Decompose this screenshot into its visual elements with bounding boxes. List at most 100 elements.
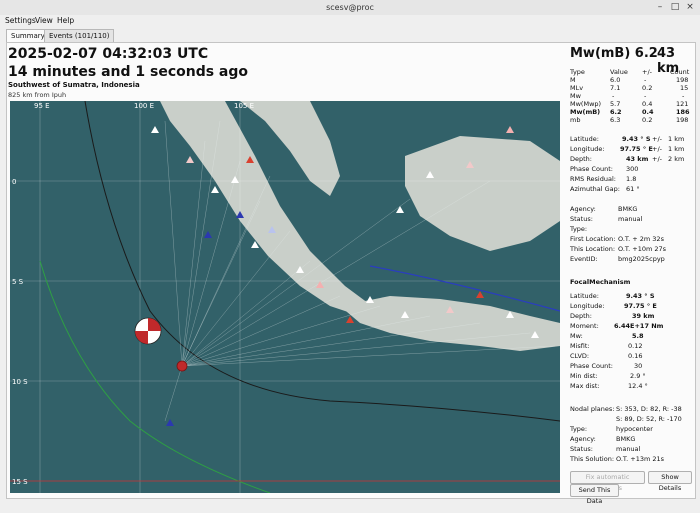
- focal-label: Moment:: [570, 322, 599, 330]
- depth-label: Depth:: [570, 155, 592, 163]
- nearest-city: 825 km from Ipuh: [8, 91, 67, 99]
- menubar: Settings View Help: [0, 15, 700, 27]
- focal-value: 12.4 °: [628, 382, 648, 390]
- nodal-plane-1: S: 353, D: 82, R: -38: [616, 405, 682, 413]
- lon-label-95e: 95 E: [34, 102, 50, 110]
- mag-value: 6.0: [610, 76, 621, 84]
- nodal-planes-label: Nodal planes:: [570, 405, 615, 413]
- menu-help[interactable]: Help: [57, 16, 74, 25]
- mag-value: 6.3: [610, 116, 621, 124]
- mag-header-type: Type: [570, 68, 585, 76]
- minimize-icon[interactable]: –: [654, 2, 666, 13]
- close-icon[interactable]: ×: [684, 2, 696, 13]
- mag-count-preferred: 186: [676, 108, 690, 116]
- focal-type-value: hypocenter: [616, 425, 653, 433]
- depth-error: 2 km: [668, 155, 685, 163]
- mag-count: -: [682, 92, 685, 100]
- this-solution-value: O.T. +13m 21s: [616, 455, 665, 463]
- focal-status-value: manual: [616, 445, 641, 453]
- origin-time: 2025-02-07 04:32:03 UTC: [8, 46, 209, 62]
- window-title: scesv@proc: [326, 3, 374, 12]
- mag-count: 198: [676, 76, 689, 84]
- lat-label-10s: 10 S: [12, 378, 28, 386]
- event-map[interactable]: 0 5 S 10 S 15 S 95 E 100 E 105 E: [10, 101, 560, 493]
- mag-type: Mw: [570, 92, 581, 100]
- nodal-plane-2: S: 89, D: 52, R: -170: [616, 415, 682, 423]
- this-location-value: O.T. +10m 27s: [618, 245, 667, 253]
- mag-uncert: 0.2: [642, 84, 653, 92]
- mag-value-preferred: 6.2: [610, 108, 622, 116]
- mag-uncert: 0.2: [642, 116, 653, 124]
- focal-label: Mw:: [570, 332, 583, 340]
- mag-type: mb: [570, 116, 581, 124]
- mag-value: -: [612, 92, 615, 100]
- status-value: manual: [618, 215, 643, 223]
- latitude-error: 1 km: [668, 135, 685, 143]
- menu-view[interactable]: View: [35, 16, 53, 25]
- status-label: Status:: [570, 215, 593, 223]
- send-this-data-button[interactable]: Send This Data: [570, 484, 619, 505]
- longitude-error: 1 km: [668, 145, 685, 153]
- mag-uncert: -: [644, 76, 647, 84]
- focal-label: CLVD:: [570, 352, 590, 360]
- latitude-value: 9.43 ° S: [622, 135, 651, 143]
- event-id-label: EventID:: [570, 255, 598, 263]
- gap-value: 61 °: [626, 185, 640, 193]
- epicenter-marker[interactable]: [176, 360, 188, 372]
- mag-count: 15: [680, 84, 689, 92]
- focal-type-label: Type:: [570, 425, 588, 433]
- mag-type: M: [570, 76, 576, 84]
- focal-label: Min dist:: [570, 372, 598, 380]
- rms-label: RMS Residual:: [570, 175, 616, 183]
- longitude-value: 97.75 ° E: [620, 145, 653, 153]
- mag-value: 5.7: [610, 100, 621, 108]
- focal-label: Latitude:: [570, 292, 599, 300]
- focal-label: Max dist:: [570, 382, 600, 390]
- focal-label: Misfit:: [570, 342, 590, 350]
- mag-header-value: Value: [610, 68, 628, 76]
- focal-value: 2.9 °: [630, 372, 646, 380]
- magnitude-headline: Mw(mB) 6.2: [570, 46, 658, 61]
- focal-value: 5.8: [632, 332, 644, 340]
- phase-count-label: Phase Count:: [570, 165, 613, 173]
- longitude-pm: +/-: [652, 145, 662, 153]
- mag-value: 7.1: [610, 84, 621, 92]
- show-details-button[interactable]: Show Details: [648, 471, 692, 492]
- first-location-label: First Location:: [570, 235, 616, 243]
- mag-header-count: Count: [670, 68, 690, 76]
- focal-mechanism-beachball[interactable]: [134, 317, 162, 345]
- menu-settings[interactable]: Settings: [5, 16, 36, 25]
- depth-value: 43 km: [626, 155, 649, 163]
- focal-label: Phase Count:: [570, 362, 613, 370]
- phase-count-value: 300: [626, 165, 639, 173]
- type-label: Type:: [570, 225, 588, 233]
- lat-label-5s: 5 S: [12, 278, 24, 286]
- mag-type: Mw(Mwp): [570, 100, 602, 108]
- agency-value: BMKG: [618, 205, 638, 213]
- focal-value: 6.44E+17 Nm: [614, 322, 664, 330]
- fix-automatic-solutions-button[interactable]: Fix automatic solutions: [570, 471, 645, 492]
- window-titlebar: scesv@proc – □ ×: [0, 0, 700, 16]
- mag-uncert: -: [644, 92, 647, 100]
- lat-label-0: 0: [12, 178, 16, 186]
- focal-value: 30: [634, 362, 643, 370]
- focal-value: 9.43 ° S: [626, 292, 655, 300]
- depth-pm: +/-: [652, 155, 662, 163]
- mag-type-preferred: Mw(mB): [570, 108, 601, 116]
- gap-label: Azimuthal Gap:: [570, 185, 620, 193]
- tab-events[interactable]: Events (101/110): [44, 29, 115, 42]
- mag-type: MLv: [570, 84, 584, 92]
- latitude-pm: +/-: [652, 135, 662, 143]
- this-location-label: This Location:: [570, 245, 616, 253]
- event-id-value: bmg2025cpyp: [618, 255, 665, 263]
- elapsed-time: 14 minutes and 1 seconds ago: [8, 64, 249, 80]
- maximize-icon[interactable]: □: [669, 2, 681, 13]
- this-solution-label: This Solution:: [570, 455, 615, 463]
- focal-value: 39 km: [632, 312, 655, 320]
- mag-header-uncert: +/-: [642, 68, 652, 76]
- mag-uncert-preferred: 0.4: [642, 108, 654, 116]
- lat-label-15s: 15 S: [12, 478, 28, 486]
- focal-value: 0.12: [628, 342, 643, 350]
- focal-status-label: Status:: [570, 445, 593, 453]
- region-name: Southwest of Sumatra, Indonesia: [8, 81, 140, 89]
